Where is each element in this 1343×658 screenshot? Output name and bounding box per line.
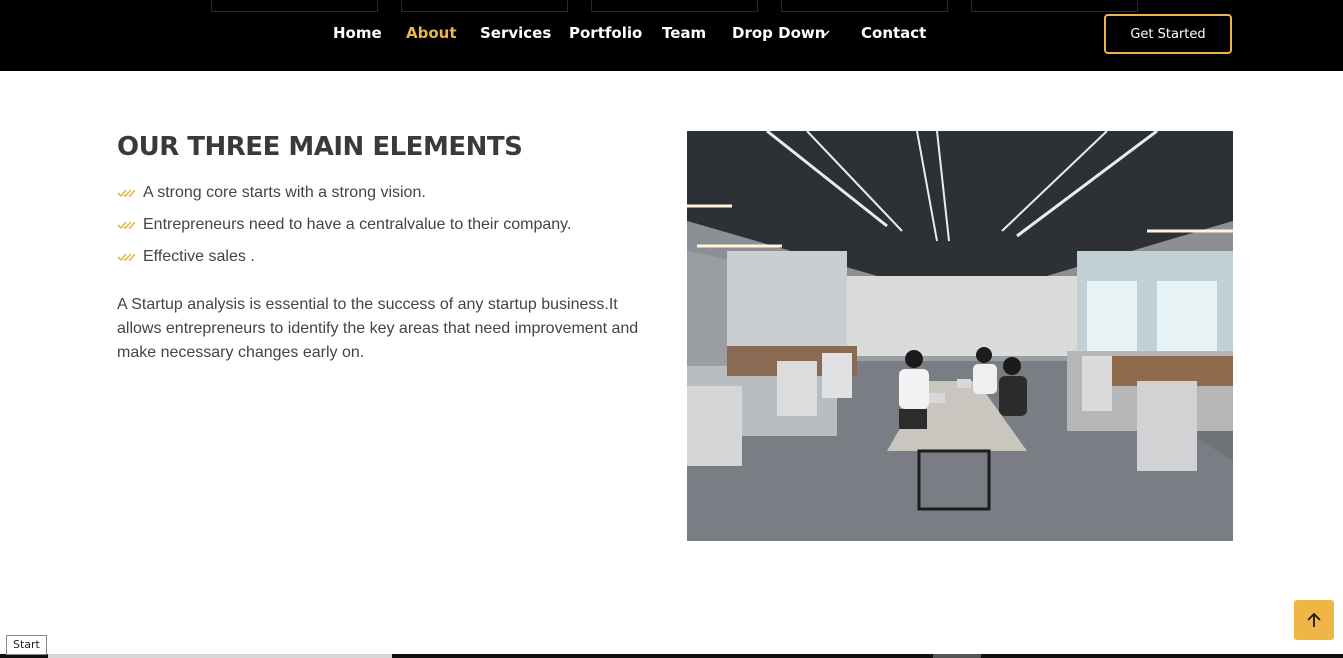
section-paragraph: A Startup analysis is essential to the s… (117, 296, 639, 361)
header-decoration (971, 0, 1138, 12)
list-item-text: A strong core starts with a strong visio… (143, 184, 426, 201)
nav-services[interactable]: Services (480, 24, 551, 42)
bottom-strip-segment (933, 654, 981, 658)
elements-list: A strong core starts with a strong visio… (117, 182, 571, 278)
arrow-up-icon (1307, 612, 1321, 627)
nav-dropdown[interactable]: Drop Down (732, 24, 825, 42)
nav-home[interactable]: Home (333, 24, 382, 42)
header-decoration (591, 0, 758, 12)
header-decoration (211, 0, 378, 12)
list-item: Entrepreneurs need to have a centralvalu… (117, 214, 571, 246)
list-item: Effective sales . (117, 246, 571, 278)
section-title: OUR THREE MAIN ELEMENTS (117, 132, 523, 162)
list-item-text: Effective sales . (143, 248, 255, 265)
nav-about[interactable]: About (406, 24, 457, 42)
get-started-button[interactable]: Get Started (1104, 14, 1232, 54)
double-check-icon (117, 189, 136, 198)
office-photo-illustration (687, 131, 1233, 541)
nav-portfolio[interactable]: Portfolio (569, 24, 642, 42)
list-item: A strong core starts with a strong visio… (117, 182, 571, 214)
double-check-icon (117, 221, 136, 230)
header-decoration (401, 0, 568, 12)
site-header: Home About Services Portfolio Team Drop … (0, 0, 1343, 71)
office-photo (687, 131, 1233, 541)
double-check-icon (117, 253, 136, 262)
nav-team[interactable]: Team (662, 24, 706, 42)
nav-contact[interactable]: Contact (861, 24, 926, 42)
back-to-top-button[interactable] (1294, 600, 1334, 640)
start-tooltip: Start (6, 635, 47, 655)
chevron-down-icon[interactable] (820, 29, 830, 37)
bottom-strip (0, 654, 1343, 658)
list-item-text: Entrepreneurs need to have a centralvalu… (143, 216, 572, 233)
header-decoration (781, 0, 948, 12)
bottom-strip-segment (48, 654, 392, 658)
